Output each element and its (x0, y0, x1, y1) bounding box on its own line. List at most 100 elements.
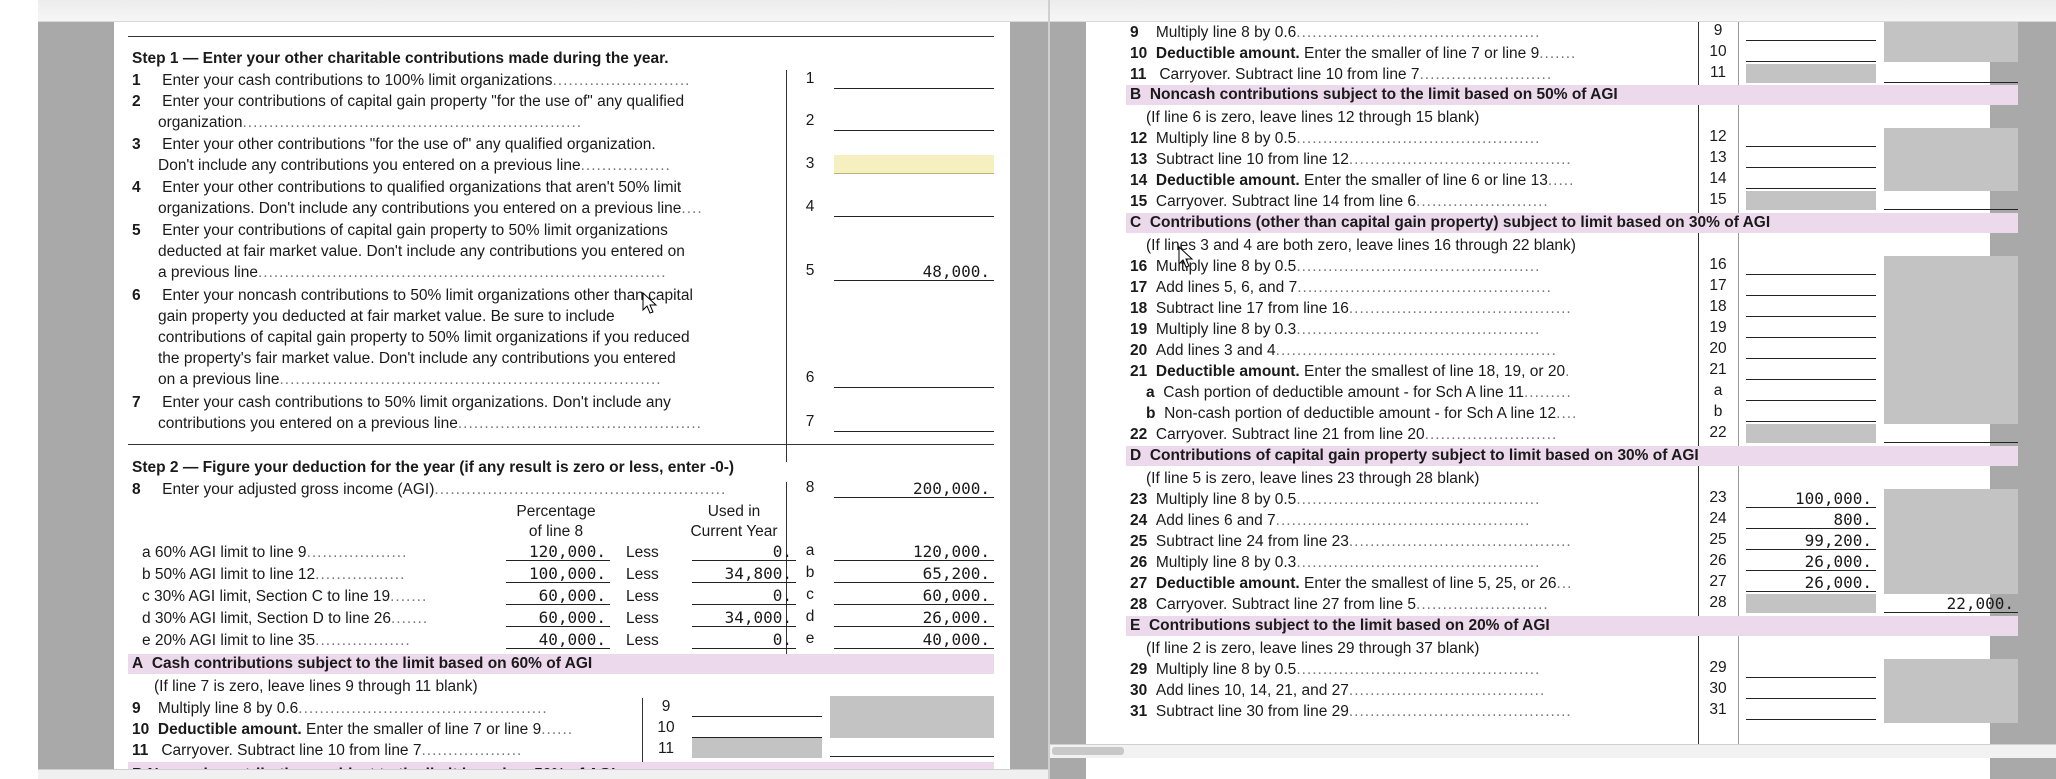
line-3-field[interactable] (834, 155, 994, 174)
line-8-code: 8 (805, 479, 815, 496)
mouse-cursor-icon-right (1178, 246, 1194, 268)
r-line-24-field[interactable]: 800. (1746, 510, 1876, 529)
line-a11-field[interactable] (830, 738, 994, 757)
r-line-29: 29 Multiply line 8 by 0.5...............… (1130, 661, 1541, 678)
r-line-15-field[interactable] (1884, 191, 2018, 210)
r-shade-29-31 (1884, 659, 2018, 723)
line-8-field[interactable]: 200,000. (834, 479, 994, 498)
line-a9-field[interactable] (692, 698, 822, 717)
r-line-20-field[interactable] (1746, 340, 1876, 359)
step2-title: Step 2 — Figure your deduction for the y… (132, 459, 735, 476)
left-pane-margin-left (38, 22, 114, 779)
limit-e-pct[interactable]: 40,000. (506, 630, 610, 649)
r-line-10: 10 Deductible amount. Enter the smaller … (1130, 45, 1577, 62)
limit-a-used[interactable]: 0. (692, 542, 796, 561)
line-3-cont: Don't include any contributions you ente… (158, 157, 671, 174)
limit-b-used[interactable]: 34,800. (692, 564, 796, 583)
r-line-21: 21 Deductible amount. Enter the smallest… (1130, 363, 1571, 380)
r-line-30-code: 30 (1709, 680, 1727, 697)
r-line-31-field[interactable] (1746, 701, 1876, 720)
pane-splitter[interactable] (1048, 0, 1050, 779)
col-header-current-year: Current Year (690, 523, 778, 540)
limit-d-pct[interactable]: 60,000. (506, 608, 610, 627)
limit-c-label: c 30% AGI limit, Section C to line 19...… (142, 588, 428, 605)
limit-d-less: Less (626, 610, 659, 627)
r-line-30-field[interactable] (1746, 680, 1876, 699)
r-line-19-field[interactable] (1746, 319, 1876, 338)
r-line-12-field[interactable] (1746, 128, 1876, 147)
limit-b-pct[interactable]: 100,000. (506, 564, 610, 583)
r-shade-16-21 (1884, 256, 2018, 424)
limit-d-used[interactable]: 34,000. (692, 608, 796, 627)
line-1-field[interactable] (834, 70, 994, 89)
line-a10: 10 Deductible amount. Enter the smaller … (132, 721, 574, 738)
r-line-23-field[interactable]: 100,000. (1746, 489, 1876, 508)
line-2-field[interactable] (834, 112, 994, 131)
r-shade-22 (1746, 424, 1876, 443)
line-5-field[interactable]: 48,000. (834, 262, 994, 281)
line-4-field[interactable] (834, 198, 994, 217)
line-a10-field[interactable] (692, 719, 822, 738)
r-line-21a-field[interactable] (1746, 382, 1876, 401)
r-line-10-field[interactable] (1746, 43, 1876, 62)
limit-c-used[interactable]: 0. (692, 586, 796, 605)
r-line-21-field[interactable] (1746, 361, 1876, 380)
right-pane-margin-left (1050, 22, 1086, 779)
section-d-note: (If line 5 is zero, leave lines 23 throu… (1146, 470, 1480, 487)
r-line-21b-field[interactable] (1746, 403, 1876, 422)
r-line-22-code: 22 (1709, 424, 1727, 441)
r-line-23-code: 23 (1709, 489, 1727, 506)
scrollbar-thumb[interactable] (1052, 747, 1124, 755)
r-line-20: 20 Add lines 3 and 4....................… (1130, 342, 1557, 359)
limit-d-label: d 30% AGI limit, Section D to line 26...… (142, 610, 429, 627)
r-line-17-field[interactable] (1746, 277, 1876, 296)
limit-e-value[interactable]: 40,000. (834, 630, 994, 649)
line-2-code: 2 (805, 112, 815, 129)
right-horizontal-scrollbar[interactable] (1050, 744, 2056, 758)
r-line-28-code: 28 (1709, 594, 1727, 611)
limit-d-value[interactable]: 26,000. (834, 608, 994, 627)
line-1: 1 Enter your cash contributions to 100% … (132, 72, 691, 89)
col-header-percentage: Percentage (516, 503, 596, 520)
line-4-cont: organizations. Don't include any contrib… (158, 200, 703, 217)
line-4: 4 Enter your other contributions to qual… (132, 179, 682, 196)
r-line-25-field[interactable]: 99,200. (1746, 531, 1876, 550)
r-line-22-field[interactable] (1884, 424, 2018, 443)
r-line-28: 28 Carryover. Subtract line 27 from line… (1130, 596, 1549, 613)
r-line-12-code: 12 (1709, 128, 1727, 145)
r-line-26-code: 26 (1709, 552, 1727, 569)
col-header-used: Used in (707, 503, 761, 520)
section-e-note: (If line 2 is zero, leave lines 29 throu… (1146, 640, 1480, 657)
r-line-14: 14 Deductible amount. Enter the smaller … (1130, 172, 1575, 189)
section-b-note: (If line 6 is zero, leave lines 12 throu… (1146, 109, 1480, 126)
r-line-27: 27 Deductible amount. Enter the smallest… (1130, 575, 1573, 592)
r-line-11-field[interactable] (1884, 64, 2018, 83)
limit-a-less: Less (626, 544, 659, 561)
limit-c-code: c (806, 586, 814, 603)
r-line-29-field[interactable] (1746, 659, 1876, 678)
limit-a-pct[interactable]: 120,000. (506, 542, 610, 561)
line-a9-code: 9 (661, 698, 671, 715)
r-line-14-field[interactable] (1746, 170, 1876, 189)
line-7-field[interactable] (834, 413, 994, 432)
limit-a-value[interactable]: 120,000. (834, 542, 994, 561)
section-a-header: A Cash contributions subject to the limi… (128, 654, 994, 674)
limit-e-code: e (805, 630, 815, 647)
r-line-25-code: 25 (1709, 531, 1727, 548)
limit-b-value[interactable]: 65,200. (834, 564, 994, 583)
r-shade-23-27 (1884, 489, 2018, 594)
r-line-18-field[interactable] (1746, 298, 1876, 317)
limit-e-used[interactable]: 0. (692, 630, 796, 649)
limit-b-label: b 50% AGI limit to line 12..............… (142, 566, 406, 583)
r-line-16-code: 16 (1709, 256, 1727, 273)
limit-c-pct[interactable]: 60,000. (506, 586, 610, 605)
r-line-9-field[interactable] (1746, 22, 1876, 41)
limit-c-value[interactable]: 60,000. (834, 586, 994, 605)
r-line-13-field[interactable] (1746, 149, 1876, 168)
r-line-26-field[interactable]: 26,000. (1746, 552, 1876, 571)
line-6: 6 Enter your noncash contributions to 50… (132, 287, 693, 304)
r-line-27-field[interactable]: 26,000. (1746, 573, 1876, 592)
r-line-16-field[interactable] (1746, 256, 1876, 275)
line-6-field[interactable] (834, 369, 994, 388)
r-line-28-carryover[interactable]: 22,000. (1884, 594, 2018, 613)
